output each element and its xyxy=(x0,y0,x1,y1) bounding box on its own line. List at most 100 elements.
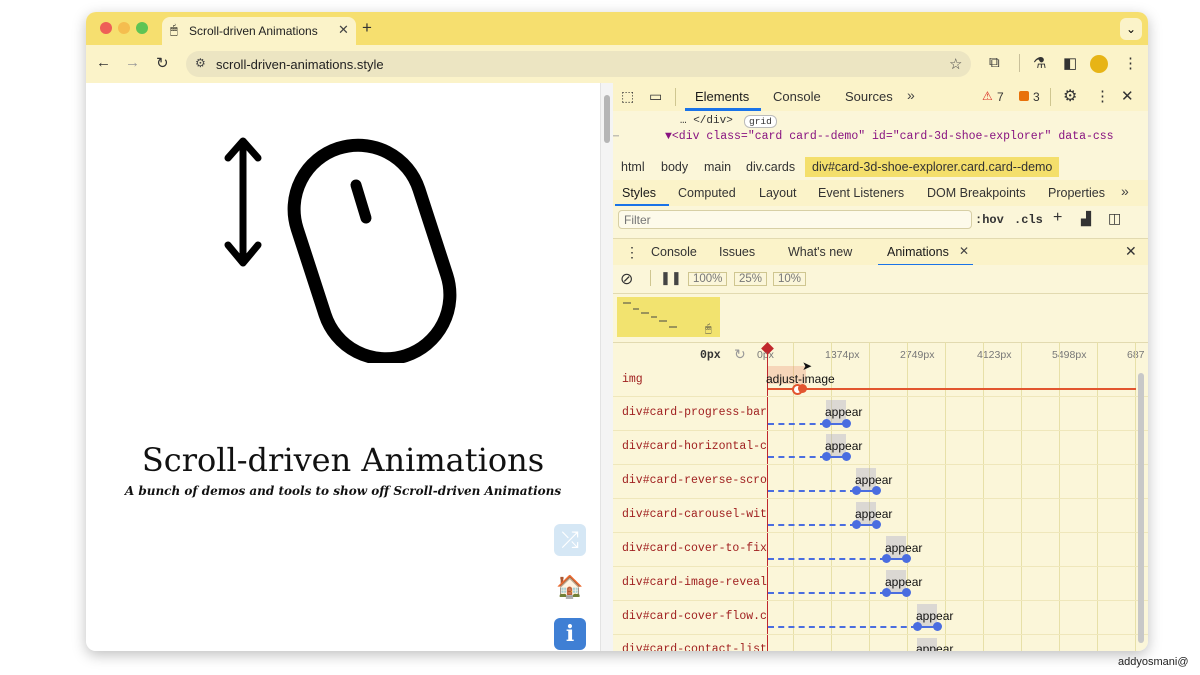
tab-console[interactable]: Console xyxy=(773,89,821,104)
replay-icon[interactable]: ↻ xyxy=(734,346,746,363)
pause-all-icon[interactable]: ❚❚ xyxy=(660,270,682,286)
clear-animations-icon[interactable]: ⊘ xyxy=(620,269,633,289)
animation-row[interactable]: div#card-image-reveal. appear xyxy=(613,566,1148,601)
shuffle-icon[interactable]: ⤮ xyxy=(554,524,586,556)
scrollbar-thumb[interactable] xyxy=(604,95,610,143)
address-bar[interactable]: ⚙ scroll-driven-animations.style ☆ xyxy=(186,51,971,77)
close-devtools-icon[interactable]: ✕ xyxy=(1121,87,1134,105)
labs-flask-icon[interactable]: ⚗ xyxy=(1033,54,1046,72)
issues-icon[interactable] xyxy=(1019,91,1029,101)
toggle-sidebar-icon[interactable]: ◫ xyxy=(1108,210,1121,227)
keyframe-marker[interactable] xyxy=(852,520,861,529)
home-icon[interactable]: 🏠 xyxy=(554,571,586,603)
page-scrollbar[interactable] xyxy=(600,83,614,651)
tab-elements[interactable]: Elements xyxy=(695,89,749,104)
inspect-element-icon[interactable]: ⬚ xyxy=(621,88,634,105)
animations-scrollbar-thumb[interactable] xyxy=(1138,373,1144,643)
grid-badge[interactable]: grid xyxy=(744,115,777,128)
warning-icon[interactable]: ⚠ xyxy=(982,89,993,103)
speed-100-button[interactable]: 100% xyxy=(688,272,728,286)
dom-selected-node[interactable]: ▼<div class="card card--demo" id="card-3… xyxy=(665,130,1114,143)
keyframe-marker[interactable] xyxy=(933,622,942,631)
bookmark-star-icon[interactable]: ☆ xyxy=(949,55,962,73)
close-tab-icon[interactable]: ✕ xyxy=(338,22,349,38)
minimize-window-icon[interactable] xyxy=(118,22,130,34)
keyframe-marker[interactable] xyxy=(913,622,922,631)
hov-button[interactable]: :hov xyxy=(975,213,1004,227)
breadcrumb-body[interactable]: body xyxy=(661,160,688,174)
animation-row[interactable]: div#card-contact-list. appear xyxy=(613,634,1148,651)
new-style-rule-icon[interactable]: + xyxy=(1053,209,1062,227)
forward-icon[interactable]: → xyxy=(125,54,140,71)
close-animations-tab-icon[interactable]: ✕ xyxy=(959,244,969,258)
breadcrumb-div-cards[interactable]: div.cards xyxy=(746,160,795,174)
animation-row[interactable]: div#card-cover-flow.ca appear xyxy=(613,600,1148,635)
url-text: scroll-driven-animations.style xyxy=(216,57,384,72)
keyframe-marker[interactable] xyxy=(872,486,881,495)
row-target-label: div#card-reverse-scrol xyxy=(622,474,767,487)
more-tabs-icon[interactable]: » xyxy=(1121,183,1129,199)
timeline-header: 0px ↻ 0px 1374px 2749px 4123px 5498px 68… xyxy=(613,342,1148,363)
tab-styles[interactable]: Styles xyxy=(622,186,656,200)
drawer-tab-console[interactable]: Console xyxy=(651,245,697,259)
keyframe-marker[interactable] xyxy=(882,588,891,597)
animation-row[interactable]: img adjust-image xyxy=(613,362,1148,397)
new-tab-button[interactable]: + xyxy=(362,18,372,38)
close-window-icon[interactable] xyxy=(100,22,112,34)
more-tabs-icon[interactable]: » xyxy=(907,87,915,103)
extensions-icon[interactable]: ⧉ xyxy=(989,54,1000,71)
keyframe-marker[interactable] xyxy=(872,520,881,529)
tab-properties[interactable]: Properties xyxy=(1048,186,1105,200)
page-subtitle: A bunch of demos and tools to show off S… xyxy=(124,484,562,498)
keyframe-marker[interactable] xyxy=(822,452,831,461)
animation-row[interactable]: div#card-horizontal-ca appear xyxy=(613,430,1148,465)
animation-row[interactable]: div#card-reverse-scrol appear xyxy=(613,464,1148,499)
devtools-menu-icon[interactable]: ⋮ xyxy=(1095,87,1110,105)
keyframe-marker[interactable] xyxy=(842,419,851,428)
paint-icon[interactable]: ▟ xyxy=(1081,211,1091,227)
keyframe-marker[interactable] xyxy=(902,554,911,563)
animation-row[interactable]: div#card-progress-bar. appear xyxy=(613,396,1148,431)
animation-delay-line xyxy=(768,423,826,425)
maximize-window-icon[interactable] xyxy=(136,22,148,34)
styles-filter-input[interactable] xyxy=(618,210,972,229)
keyframe-marker[interactable] xyxy=(822,419,831,428)
keyframe-marker[interactable] xyxy=(798,384,807,393)
animation-row[interactable]: div#card-cover-to-fixe appear xyxy=(613,532,1148,567)
breadcrumb-main[interactable]: main xyxy=(704,160,731,174)
speed-25-button[interactable]: 25% xyxy=(734,272,768,286)
device-toolbar-icon[interactable]: ▭ xyxy=(649,88,662,105)
keyframe-marker[interactable] xyxy=(902,588,911,597)
tab-layout[interactable]: Layout xyxy=(759,186,797,200)
tab-computed[interactable]: Computed xyxy=(678,186,736,200)
drawer-tab-whats-new[interactable]: What's new xyxy=(788,245,852,259)
drawer-tab-issues[interactable]: Issues xyxy=(719,245,755,259)
breadcrumb-selected[interactable]: div#card-3d-shoe-explorer.card.card--dem… xyxy=(805,157,1060,177)
drawer-tab-animations[interactable]: Animations xyxy=(887,245,949,259)
cls-button[interactable]: .cls xyxy=(1014,213,1043,227)
keyframe-marker[interactable] xyxy=(882,554,891,563)
speed-10-button[interactable]: 10% xyxy=(773,272,807,286)
tab-event-listeners[interactable]: Event Listeners xyxy=(818,186,904,200)
reload-icon[interactable]: ↻ xyxy=(156,54,169,72)
mouse-cursor-icon: ➤ xyxy=(802,359,813,373)
browser-tab[interactable]: 🖱 Scroll-driven Animations ✕ xyxy=(162,17,356,45)
browser-menu-icon[interactable]: ⋮ xyxy=(1123,54,1138,72)
profile-avatar[interactable] xyxy=(1090,55,1108,73)
tab-dom-breakpoints[interactable]: DOM Breakpoints xyxy=(927,186,1026,200)
tab-search-icon[interactable]: ⌄ xyxy=(1120,18,1142,40)
side-panel-icon[interactable]: ◧ xyxy=(1063,54,1077,72)
animation-row[interactable]: div#card-carousel-with appear xyxy=(613,498,1148,533)
tab-sources[interactable]: Sources xyxy=(845,89,893,104)
keyframe-marker[interactable] xyxy=(852,486,861,495)
drawer-menu-icon[interactable]: ⋮ xyxy=(625,244,639,261)
info-icon[interactable]: i xyxy=(554,618,586,650)
breadcrumb-html[interactable]: html xyxy=(621,160,645,174)
site-info-icon[interactable]: ⚙ xyxy=(195,56,206,70)
svg-text:🖱: 🖱 xyxy=(705,322,712,335)
close-drawer-icon[interactable]: ✕ xyxy=(1125,243,1137,260)
keyframe-marker[interactable] xyxy=(842,452,851,461)
settings-gear-icon[interactable]: ⚙ xyxy=(1063,86,1077,106)
back-icon[interactable]: ← xyxy=(96,54,111,71)
animation-group-preview[interactable]: 🖱 xyxy=(617,297,720,337)
